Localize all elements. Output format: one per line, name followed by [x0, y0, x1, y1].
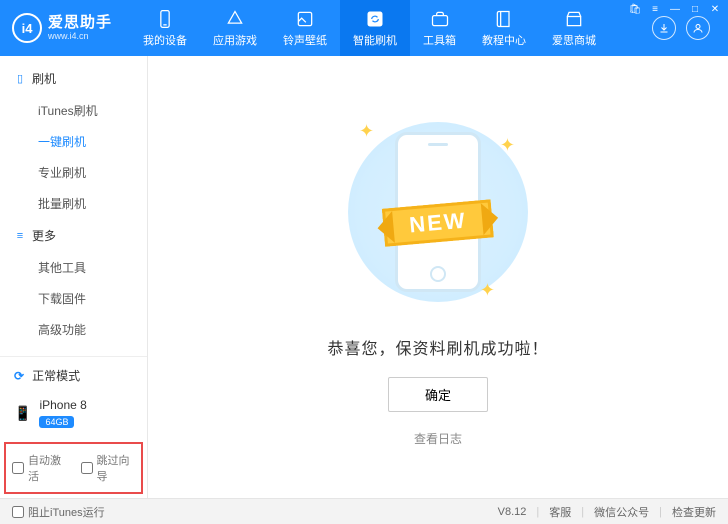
content-panel: ✦ ✦ ✦ NEW 恭喜您，保资料刷机成功啦！ 确定 查看日志: [148, 56, 728, 498]
nav-label: 应用游戏: [213, 32, 257, 48]
wechat-link[interactable]: 微信公众号: [594, 504, 649, 520]
refresh-icon: ⟳: [14, 369, 24, 383]
version-label: V8.12: [498, 506, 527, 518]
chk-label: 跳过向导: [97, 452, 136, 484]
more-icon: ≡: [14, 230, 26, 242]
phone-icon: 📱: [14, 405, 31, 422]
success-illustration: ✦ ✦ ✦ NEW: [323, 107, 553, 317]
sidebar-group-more[interactable]: ≡ 更多: [0, 219, 147, 252]
close-icon[interactable]: ✕: [706, 2, 724, 16]
maximize-icon[interactable]: □: [686, 2, 704, 16]
separator: |: [536, 506, 539, 518]
phone-icon: ▯: [14, 73, 26, 85]
nav-tutorials[interactable]: 教程中心: [469, 0, 539, 56]
sidebar: ▯ 刷机 iTunes刷机 一键刷机 专业刷机 批量刷机 ≡ 更多 其他工具 下…: [0, 56, 148, 498]
sidebar-group-flash[interactable]: ▯ 刷机: [0, 62, 147, 95]
brand-url: www.i4.cn: [48, 32, 112, 41]
nav-toolbox[interactable]: 工具箱: [410, 0, 469, 56]
window-controls: 🛍 ≡ — □ ✕: [622, 0, 728, 18]
sidebar-item-advanced[interactable]: 高级功能: [0, 314, 147, 345]
device-mode[interactable]: ⟳ 正常模式: [0, 357, 147, 394]
app-name: 爱思助手: [48, 15, 112, 30]
sparkle-icon: ✦: [500, 135, 515, 156]
success-message: 恭喜您，保资料刷机成功啦！: [327, 335, 548, 359]
separator: |: [659, 506, 662, 518]
store-icon: [564, 9, 584, 29]
nav-store[interactable]: 爱思商城: [539, 0, 609, 56]
group-label: 更多: [32, 227, 56, 244]
minimize-icon[interactable]: —: [666, 2, 684, 16]
flash-options: 自动激活 跳过向导: [4, 442, 143, 494]
sidebar-item-batch-flash[interactable]: 批量刷机: [0, 188, 147, 219]
cart-icon[interactable]: 🛍: [626, 2, 644, 16]
chk-skip-guide[interactable]: 跳过向导: [81, 452, 136, 484]
toolbox-icon: [430, 9, 450, 29]
logo-icon: i4: [12, 13, 42, 43]
chk-label: 阻止iTunes运行: [28, 504, 105, 520]
chk-block-itunes-input[interactable]: [12, 506, 24, 518]
ok-button[interactable]: 确定: [388, 377, 488, 412]
refresh-icon: [365, 9, 385, 29]
nav-label: 我的设备: [143, 32, 187, 48]
nav-label: 爱思商城: [552, 32, 596, 48]
status-bar: 阻止iTunes运行 V8.12 | 客服 | 微信公众号 | 检查更新: [0, 498, 728, 524]
header-right: [652, 16, 720, 40]
sidebar-bottom: ⟳ 正常模式 📱 iPhone 8 64GB 自动激活 跳过向导: [0, 356, 147, 498]
chk-auto-activate[interactable]: 自动激活: [12, 452, 67, 484]
user-button[interactable]: [686, 16, 710, 40]
sidebar-item-download-fw[interactable]: 下载固件: [0, 283, 147, 314]
chk-skip-guide-input[interactable]: [81, 462, 93, 474]
sparkle-icon: ✦: [480, 280, 495, 301]
view-log-link[interactable]: 查看日志: [414, 430, 462, 447]
sidebar-item-itunes-flash[interactable]: iTunes刷机: [0, 95, 147, 126]
chk-auto-activate-input[interactable]: [12, 462, 24, 474]
nav-label: 教程中心: [482, 32, 526, 48]
wallpaper-icon: [295, 9, 315, 29]
nav-rings[interactable]: 铃声壁纸: [270, 0, 340, 56]
nav-label: 工具箱: [423, 32, 456, 48]
chk-label: 自动激活: [28, 452, 67, 484]
nav-my-device[interactable]: 我的设备: [130, 0, 200, 56]
nav-label: 智能刷机: [353, 32, 397, 48]
sidebar-item-oneclick-flash[interactable]: 一键刷机: [0, 126, 147, 157]
device-icon: [155, 9, 175, 29]
nav-smart-flash[interactable]: 智能刷机: [340, 0, 410, 56]
apps-icon: [225, 9, 245, 29]
support-link[interactable]: 客服: [549, 504, 571, 520]
separator: |: [581, 506, 584, 518]
download-button[interactable]: [652, 16, 676, 40]
menu-icon[interactable]: ≡: [646, 2, 664, 16]
sidebar-item-pro-flash[interactable]: 专业刷机: [0, 157, 147, 188]
group-label: 刷机: [32, 70, 56, 87]
device-name: iPhone 8: [39, 398, 86, 412]
sidebar-item-other-tools[interactable]: 其他工具: [0, 252, 147, 283]
brand-logo[interactable]: i4 爱思助手 www.i4.cn: [12, 13, 112, 43]
capacity-badge: 64GB: [39, 416, 74, 428]
nav-apps[interactable]: 应用游戏: [200, 0, 270, 56]
book-icon: [494, 9, 514, 29]
mode-label: 正常模式: [32, 367, 80, 384]
chk-block-itunes[interactable]: 阻止iTunes运行: [12, 504, 105, 520]
app-header: 🛍 ≡ — □ ✕ i4 爱思助手 www.i4.cn 我的设备 应用游戏 铃声…: [0, 0, 728, 56]
sparkle-icon: ✦: [359, 121, 374, 142]
nav-label: 铃声壁纸: [283, 32, 327, 48]
device-selector[interactable]: 📱 iPhone 8 64GB: [0, 394, 147, 438]
main-area: ▯ 刷机 iTunes刷机 一键刷机 专业刷机 批量刷机 ≡ 更多 其他工具 下…: [0, 56, 728, 498]
update-link[interactable]: 检查更新: [672, 504, 716, 520]
top-nav: 我的设备 应用游戏 铃声壁纸 智能刷机 工具箱 教程中心 爱思商城: [130, 0, 609, 56]
